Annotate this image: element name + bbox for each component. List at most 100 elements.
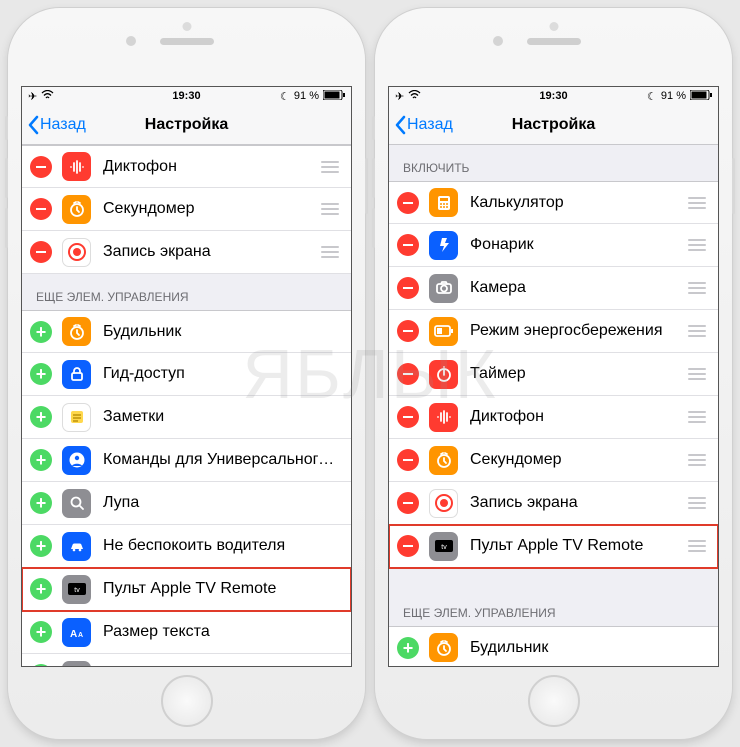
list-row[interactable]: + AA Размер текста [22,611,351,654]
row-label: Пульт Apple TV Remote [103,580,341,598]
remove-button[interactable] [397,320,419,342]
status-time: 19:30 [172,90,200,102]
wifi-icon [41,90,54,103]
list-row[interactable]: tvПульт Apple TV Remote [389,525,718,568]
list-row[interactable]: + Команды для Универсального доступа [22,439,351,482]
reorder-handle[interactable] [319,246,341,258]
reorder-handle[interactable] [319,203,341,215]
list-row[interactable]: + Заметки [22,396,351,439]
add-button[interactable]: + [30,621,52,643]
statusbar: ✈ 19:30 ☾ 91 % [389,87,718,105]
row-label: Лупа [103,494,341,512]
settings-list[interactable]: ВКЛЮЧИТЬКалькуляторФонарикКамераРежим эн… [389,145,718,666]
statusbar: ✈ 19:30 ☾ 91 % [22,87,351,105]
battery-icon [690,90,712,103]
screen-left: ✈ 19:30 ☾ 91 % Назад [21,86,352,667]
list-row[interactable]: Секундомер [389,439,718,482]
ic-voice-icon [62,152,91,181]
ic-guided-icon [62,360,91,389]
reorder-handle[interactable] [686,454,708,466]
reorder-handle[interactable] [686,197,708,209]
row-label: Заметки [103,408,341,426]
list-row[interactable]: Камера [389,267,718,310]
remove-button[interactable] [397,192,419,214]
status-time: 19:30 [539,90,567,102]
ic-flash-icon [429,231,458,260]
remove-button[interactable] [30,156,52,178]
remove-button[interactable] [397,234,419,256]
ic-camera-icon [429,274,458,303]
list-row[interactable]: +tvПульт Apple TV Remote [22,568,351,611]
ic-timer-icon [429,360,458,389]
remove-button[interactable] [397,406,419,428]
remove-button[interactable] [397,492,419,514]
ic-text-icon: AA [62,618,91,647]
home-button[interactable] [161,675,213,727]
list-row[interactable]: +Гид-доступ [22,353,351,396]
row-label: Режим энергосбережения [470,322,680,340]
list-row[interactable]: Секундомер [22,188,351,231]
list-row[interactable]: + Будильник [389,626,718,666]
list-row[interactable]: + Лупа [22,482,351,525]
add-button[interactable]: + [30,492,52,514]
ic-stopwatch-icon [62,195,91,224]
row-label: Диктофон [103,158,313,176]
remove-button[interactable] [30,198,52,220]
add-button[interactable]: + [30,535,52,557]
remove-button[interactable] [397,363,419,385]
list-row[interactable]: Калькулятор [389,181,718,224]
phone-right: ✈ 19:30 ☾ 91 % Назад [375,8,732,739]
remove-button[interactable] [397,277,419,299]
airplane-icon: ✈ [28,90,37,103]
row-label: Размер текста [103,623,341,641]
ic-screenrec-icon [62,238,91,267]
list-row[interactable]: Диктофон [389,396,718,439]
add-button[interactable]: + [30,664,52,666]
reorder-handle[interactable] [686,411,708,423]
reorder-handle[interactable] [686,325,708,337]
remove-button[interactable] [397,535,419,557]
row-label: Диктофон [470,408,680,426]
remove-button[interactable] [397,449,419,471]
settings-list[interactable]: ДиктофонСекундомерЗапись экранаЕЩЕ ЭЛЕМ.… [22,145,351,666]
row-label: Будильник [470,639,708,657]
nav-title: Настройка [145,116,228,134]
back-button[interactable]: Назад [22,115,86,135]
reorder-handle[interactable] [686,497,708,509]
row-label: Будильник [103,323,341,341]
reorder-handle[interactable] [686,282,708,294]
list-row[interactable]: Фонарик [389,224,718,267]
ic-calc-icon [429,188,458,217]
list-row[interactable]: Запись экрана [22,231,351,274]
back-button[interactable]: Назад [389,115,453,135]
reorder-handle[interactable] [686,368,708,380]
add-button[interactable]: + [30,406,52,428]
add-button[interactable]: + [30,321,52,343]
list-row[interactable]: +Сканирование QR-кода [22,654,351,666]
chevron-left-icon [393,115,407,135]
row-label: Фонарик [470,236,680,254]
remove-button[interactable] [30,241,52,263]
ic-dnd-icon [62,532,91,561]
list-row[interactable]: + Будильник [22,310,351,353]
ic-notes-icon [62,403,91,432]
add-button[interactable]: + [30,363,52,385]
reorder-handle[interactable] [319,161,341,173]
list-row[interactable]: Таймер [389,353,718,396]
reorder-handle[interactable] [686,540,708,552]
row-label: Команды для Универсального доступа [103,451,341,469]
home-button[interactable] [528,675,580,727]
svg-text:tv: tv [441,544,447,551]
ic-qr-icon [62,661,91,667]
list-row[interactable]: Режим энергосбережения [389,310,718,353]
add-button[interactable]: + [30,578,52,600]
ic-lowpower-icon [429,317,458,346]
reorder-handle[interactable] [686,239,708,251]
add-button[interactable]: + [30,449,52,471]
list-row[interactable]: Запись экрана [389,482,718,525]
list-row[interactable]: Диктофон [22,145,351,188]
navbar: Назад Настройка [389,105,718,145]
svg-text:A: A [78,632,83,639]
list-row[interactable]: +Не беспокоить водителя [22,525,351,568]
add-button[interactable]: + [397,637,419,659]
